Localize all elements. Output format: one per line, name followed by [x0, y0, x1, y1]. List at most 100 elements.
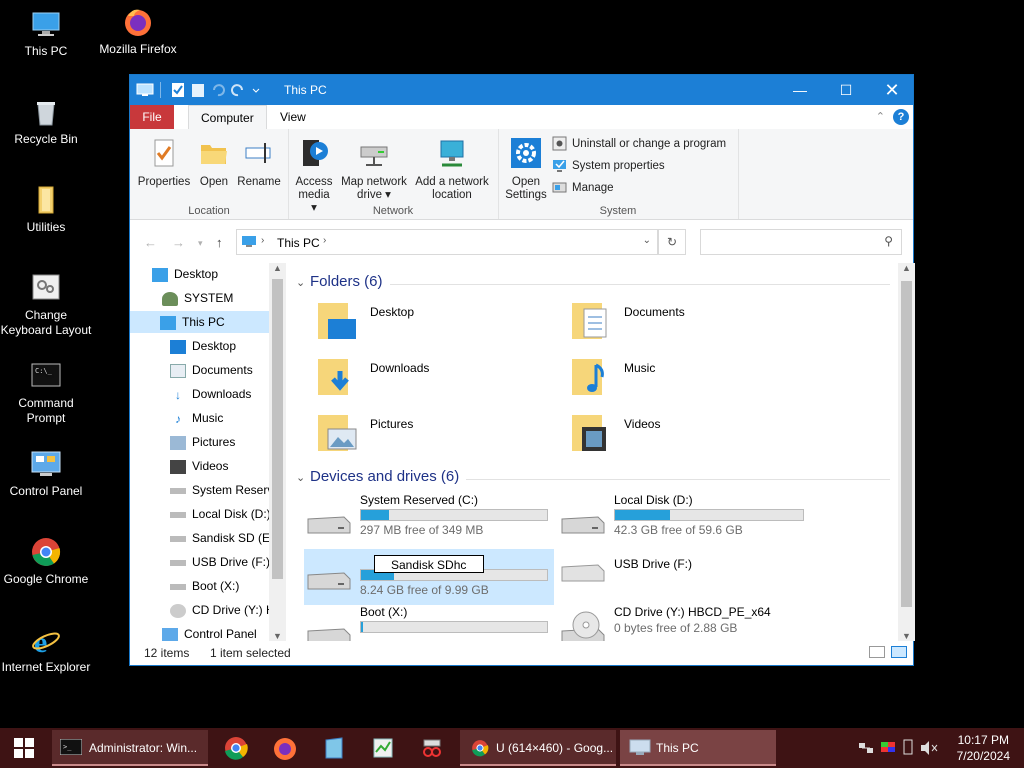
tab-view[interactable]: View	[268, 105, 318, 129]
desktop-icon-command-prompt[interactable]: C:\_ Command Prompt	[0, 360, 92, 426]
minimize-button[interactable]: —	[777, 75, 823, 105]
refresh-button[interactable]: ↻	[658, 229, 686, 255]
search-input[interactable]	[705, 233, 879, 253]
system-properties-button[interactable]: System properties	[552, 157, 665, 175]
desktop-icon-control-panel[interactable]: Control Panel	[0, 448, 92, 499]
folder-documents[interactable]: Documents	[568, 299, 808, 351]
nav-item-cd-drive-y[interactable]: CD Drive (Y:) H	[170, 599, 275, 621]
desktop-icon-label: Internet Explorer	[1, 660, 91, 674]
usb-eject-icon[interactable]	[902, 739, 914, 757]
drive-local-disk-d[interactable]: Local Disk (D:) 42.3 GB free of 59.6 GB	[558, 493, 808, 549]
manage-button[interactable]: Manage	[552, 179, 614, 197]
desktop-icon-google-chrome[interactable]: Google Chrome	[0, 536, 92, 587]
drive-cd-y[interactable]: CD Drive (Y:) HBCD_PE_x64 0 bytes free o…	[558, 605, 808, 641]
drive-boot-x[interactable]: Boot (X:)	[304, 605, 554, 641]
maximize-button[interactable]: ☐	[823, 75, 869, 105]
nav-item-downloads[interactable]: ↓ Downloads	[170, 383, 251, 405]
rename-textbox[interactable]: Sandisk SDhc	[374, 555, 484, 573]
folder-desktop[interactable]: Desktop	[314, 299, 554, 351]
taskbar-app-this-pc[interactable]: This PC	[620, 730, 776, 766]
folder-videos[interactable]: Videos	[568, 411, 808, 463]
desktop-icon-recycle-bin[interactable]: Recycle Bin	[0, 96, 92, 147]
up-button[interactable]: ↑	[216, 235, 223, 250]
nav-item-local-disk-d[interactable]: Local Disk (D:)	[170, 503, 271, 525]
scroll-down-icon[interactable]: ▼	[902, 631, 911, 641]
title-bar[interactable]: This PC — ☐ ✕	[130, 75, 913, 105]
rename-button[interactable]: Rename	[236, 137, 282, 189]
properties-button[interactable]: Properties	[136, 137, 192, 189]
details-view-icon[interactable]	[869, 646, 885, 658]
chrome-icon[interactable]	[222, 734, 250, 762]
taskbar-app-command-prompt[interactable]: >_ Administrator: Win...	[52, 730, 208, 766]
firefox-icon[interactable]	[271, 734, 299, 762]
nav-item-music[interactable]: ♪ Music	[170, 407, 223, 429]
open-settings-button[interactable]: Open Settings	[504, 137, 548, 202]
properties-icon[interactable]	[171, 82, 185, 98]
folder-downloads[interactable]: Downloads	[314, 355, 554, 407]
large-icons-view-icon[interactable]	[891, 646, 907, 658]
nav-item-desktop-folder[interactable]: Desktop	[170, 335, 236, 357]
task-manager-icon[interactable]	[369, 734, 397, 762]
breadcrumb-chevron-icon[interactable]: ›	[323, 235, 326, 246]
uninstall-program-button[interactable]: Uninstall or change a program	[552, 135, 726, 153]
nav-item-sandisk-e[interactable]: Sandisk SD (E:)	[170, 527, 277, 549]
drive-sandisk-e[interactable]: Sandisk SDhc 8.24 GB free of 9.99 GB	[304, 549, 554, 605]
help-icon[interactable]: ?	[893, 109, 909, 125]
nav-item-system[interactable]: SYSTEM	[162, 287, 233, 309]
desktop-icon-this-pc[interactable]: This PC	[0, 8, 92, 59]
nav-item-pictures[interactable]: Pictures	[170, 431, 235, 453]
nav-item-boot-x[interactable]: Boot (X:)	[170, 575, 239, 597]
access-media-button[interactable]: Access media ▾	[294, 137, 334, 215]
scroll-down-icon[interactable]: ▼	[273, 631, 282, 641]
redo-icon[interactable]	[231, 82, 245, 98]
map-network-drive-button[interactable]: Map network drive ▾	[338, 137, 410, 202]
forward-button[interactable]: →	[172, 235, 185, 250]
new-folder-icon[interactable]	[191, 82, 205, 98]
nav-item-videos[interactable]: Videos	[170, 455, 228, 477]
volume-muted-icon[interactable]	[920, 740, 938, 756]
nav-pane-scrollbar[interactable]: ▲ ▼	[269, 263, 286, 641]
nav-item-usb-drive-f[interactable]: USB Drive (F:)	[170, 551, 270, 573]
folder-music[interactable]: Music	[568, 355, 808, 407]
folders-section-header[interactable]: ⌄ Folders (6)	[296, 273, 383, 290]
scroll-up-icon[interactable]: ▲	[273, 263, 282, 273]
open-button[interactable]: Open	[196, 137, 232, 189]
desktop-icon-change-keyboard-layout[interactable]: Change Keyboard Layout	[0, 272, 92, 338]
content-scroll-thumb[interactable]	[901, 281, 912, 607]
taskbar-app-chrome[interactable]: U (614×460) - Goog...	[460, 730, 616, 766]
desktop-icon-internet-explorer[interactable]: e Internet Explorer	[0, 624, 92, 675]
chevron-down-icon[interactable]	[251, 82, 261, 98]
notepad-icon[interactable]	[320, 734, 348, 762]
tab-computer[interactable]: Computer	[188, 105, 267, 130]
nav-item-documents[interactable]: Documents	[170, 359, 253, 381]
devices-section-header[interactable]: ⌄ Devices and drives (6)	[296, 468, 459, 485]
collapse-ribbon-icon[interactable]: ⌃	[876, 110, 885, 123]
content-scrollbar[interactable]: ▲ ▼	[898, 263, 915, 641]
drive-system-reserved[interactable]: System Reserved (C:) 297 MB free of 349 …	[304, 493, 554, 549]
undo-icon[interactable]	[211, 82, 225, 98]
search-box[interactable]: ⚲	[700, 229, 902, 255]
nav-item-system-reserved[interactable]: System Reserve	[170, 479, 280, 501]
start-button[interactable]	[0, 728, 48, 768]
taskbar-clock[interactable]: 10:17 PM 7/20/2024	[957, 732, 1010, 764]
scroll-up-icon[interactable]: ▲	[902, 263, 911, 273]
display-icon[interactable]	[880, 740, 896, 756]
tab-file[interactable]: File	[130, 105, 174, 129]
back-button[interactable]: ←	[144, 235, 157, 250]
nav-pane-scroll-thumb[interactable]	[272, 279, 283, 579]
drive-usb-f[interactable]: USB Drive (F:)	[558, 549, 808, 605]
folder-pictures[interactable]: Pictures	[314, 411, 554, 463]
close-button[interactable]: ✕	[869, 75, 915, 105]
breadcrumb-chevron-icon[interactable]: ›	[261, 235, 264, 246]
nav-item-control-panel[interactable]: Control Panel	[162, 623, 257, 641]
desktop-icon-firefox[interactable]: Mozilla Firefox	[92, 6, 184, 57]
address-bar[interactable]: › This PC › ⌄	[236, 229, 658, 255]
recent-locations-button[interactable]: ▾	[198, 238, 203, 249]
desktop-icon-utilities[interactable]: Utilities	[0, 184, 92, 235]
address-dropdown-icon[interactable]: ⌄	[643, 235, 651, 246]
add-network-location-button[interactable]: Add a network location	[412, 137, 492, 202]
nav-item-desktop[interactable]: Desktop	[152, 263, 218, 285]
network-icon[interactable]	[858, 740, 874, 756]
snipping-tool-icon[interactable]	[418, 734, 446, 762]
nav-item-this-pc[interactable]: This PC	[130, 311, 286, 333]
